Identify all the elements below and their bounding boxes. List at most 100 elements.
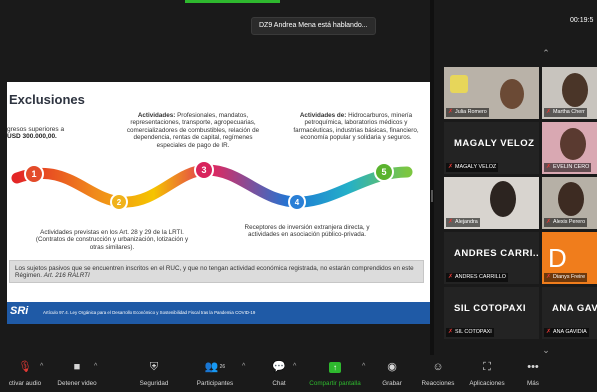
mic-muted-icon: ✗	[448, 274, 454, 280]
participant-tile[interactable]: D ✗ Dianys Freire	[542, 232, 597, 284]
step-2-number: 2	[117, 198, 122, 207]
reactions-button[interactable]: ☺ Reacciones	[418, 360, 458, 387]
income-label: gresos superiores a	[7, 126, 65, 133]
step-5: 5	[374, 162, 394, 182]
participants-icon: 👥26	[204, 361, 226, 373]
income-text: gresos superiores a USD 300.000,00.	[7, 126, 67, 141]
mic-muted-icon: ✗	[546, 109, 552, 115]
participants-label: Participantes	[196, 380, 234, 387]
participant-big-name: SIL COTOPAXI	[454, 303, 526, 314]
more-button[interactable]: ••• Más	[522, 360, 544, 387]
participant-gallery: ✗ Julia Romero ✗ Martha Cherr MAGALY VELOZ…	[444, 40, 597, 360]
participant-name: EVELIN CERO	[553, 164, 590, 170]
share-screen-button[interactable]: ↑ Compartir pantalla	[304, 360, 366, 387]
participant-name-label: ✗ MAGALY VELOZ	[446, 163, 499, 172]
participant-name: ANDRES CARRILLO	[455, 274, 506, 280]
apps-icon: ⛶	[483, 361, 491, 373]
participant-name-label: ✗ ANDRES CARRILLO	[446, 273, 508, 282]
participants-count: 26	[219, 364, 226, 370]
activities-industry-text: Actividades de: Hidrocarburos, minería p…	[291, 112, 421, 142]
chat-label: Chat	[272, 380, 286, 387]
participant-name-label: ✗ Dianys Freire	[544, 273, 588, 282]
participant-name: ANA GAVIDIA	[553, 329, 587, 335]
poster-image	[450, 75, 468, 93]
apps-button[interactable]: ⛶ Aplicaciones	[463, 360, 511, 387]
chat-options-caret[interactable]: ^	[293, 363, 296, 370]
participant-name: Alejandra	[455, 219, 478, 225]
participant-tile[interactable]: ANDRES CARRI... ✗ ANDRES CARRILLO	[444, 232, 539, 284]
share-screen-icon: ↑	[304, 360, 366, 374]
participant-big-name: ANA GAV	[552, 303, 597, 314]
participant-name-label: ✗ EVELIN CERO	[544, 163, 592, 172]
share-label: Compartir pantalla	[309, 380, 361, 387]
video-options-caret[interactable]: ^	[94, 363, 97, 370]
participant-tile[interactable]: ✗ Martha Cherr	[542, 67, 597, 119]
shared-screen-slide: Exclusiones gresos superiores a USD 300.…	[7, 82, 430, 324]
audio-options-caret[interactable]: ^	[40, 363, 43, 370]
screen-share-indicator	[185, 0, 280, 3]
divider-grip[interactable]	[431, 190, 433, 202]
mic-muted-icon: ✗	[448, 109, 454, 115]
participant-name-label: ✗ SIL COTOPAXI	[446, 328, 494, 337]
participant-tile[interactable]: ANA GAV ✗ ANA GAVIDIA	[542, 287, 597, 339]
participant-video	[562, 73, 588, 107]
shield-icon: ⛨	[149, 361, 159, 373]
foreign-investment-text: Receptores de inversión extranjera direc…	[244, 224, 370, 239]
participant-tile[interactable]: ✗ EVELIN CERO	[542, 122, 597, 174]
participant-tile[interactable]: ✗ Julia Romero	[444, 67, 539, 119]
mic-muted-icon: ✗	[546, 274, 552, 280]
step-1: 1	[24, 164, 44, 184]
participant-big-name: MAGALY VELOZ	[454, 138, 535, 149]
audio-label: ctivar audio	[8, 380, 42, 387]
participant-video	[500, 79, 524, 109]
activities-de-label: Actividades de:	[299, 112, 347, 119]
record-button[interactable]: ◉ Grabar	[378, 360, 406, 387]
note-box: Los sujetos pasivos que se encuentren in…	[9, 260, 424, 283]
step-5-number: 5	[381, 167, 386, 177]
speaking-banner: DZ9 Andrea Mena está hablando...	[251, 17, 376, 35]
meeting-timer: 00:19:5	[570, 17, 594, 24]
apps-label: Aplicaciones	[469, 380, 505, 387]
mic-muted-icon: ✗	[448, 219, 454, 225]
participants-button[interactable]: 👥26 Participantes	[190, 360, 240, 387]
participant-name: Alexis Perero	[553, 219, 586, 225]
participant-tile[interactable]: ✗ Alejandra	[444, 177, 539, 229]
participants-options-caret[interactable]: ^	[242, 363, 245, 370]
note-text: Los sujetos pasivos que se encuentren in…	[15, 265, 420, 280]
security-button[interactable]: ⛨ Seguridad	[134, 360, 174, 387]
chat-button[interactable]: 💬 Chat	[264, 360, 294, 387]
video-label: Detener video	[57, 380, 97, 387]
slide-footer: SRi Artículo 97.4. Ley Orgánica para el …	[7, 302, 430, 324]
mic-muted-icon: ✗	[448, 329, 454, 335]
record-label: Grabar	[382, 380, 402, 387]
split-divider[interactable]	[430, 0, 434, 355]
participant-name-label: ✗ ANA GAVIDIA	[544, 328, 589, 337]
step-4-number: 4	[295, 198, 300, 207]
participant-big-name: ANDRES CARRI...	[454, 248, 539, 259]
participant-name: Martha Cherr	[553, 109, 585, 115]
participant-name-label: ✗ Martha Cherr	[544, 108, 587, 117]
note-reference: Art. 216 RALRTI	[43, 272, 90, 280]
meeting-toolbar: 🎙 ctivar audio ^ ■ Detener video ^ ⛨ Seg…	[0, 355, 597, 392]
participant-video	[490, 181, 516, 217]
gallery-down-arrow[interactable]: ⌄	[536, 345, 556, 355]
participant-name: MAGALY VELOZ	[455, 164, 497, 170]
security-label: Seguridad	[139, 380, 169, 387]
footer-law-text: Artículo 97.4. Ley Orgánica para el Desa…	[43, 310, 256, 315]
participant-video	[558, 182, 584, 216]
chat-bubble-icon: 💬	[272, 361, 286, 373]
zoom-meeting-window: DZ9 Andrea Mena está hablando... 00:19:5…	[0, 0, 597, 392]
top-bar: DZ9 Andrea Mena está hablando... 00:19:5	[0, 0, 597, 40]
participant-tile[interactable]: ✗ Alexis Perero	[542, 177, 597, 229]
participant-tile[interactable]: MAGALY VELOZ ✗ MAGALY VELOZ	[444, 122, 539, 174]
participant-name-label: ✗ Alexis Perero	[544, 218, 588, 227]
slide-title: Exclusiones	[9, 92, 85, 107]
more-label: Más	[527, 380, 539, 387]
participant-video	[560, 128, 586, 160]
share-options-caret[interactable]: ^	[362, 363, 365, 370]
mic-muted-icon: ✗	[448, 164, 454, 170]
participant-name-label: ✗ Julia Romero	[446, 108, 489, 117]
participant-tile[interactable]: SIL COTOPAXI ✗ SIL COTOPAXI	[444, 287, 539, 339]
mic-muted-icon: ✗	[546, 329, 552, 335]
activities-label: Actividades:	[137, 112, 176, 119]
